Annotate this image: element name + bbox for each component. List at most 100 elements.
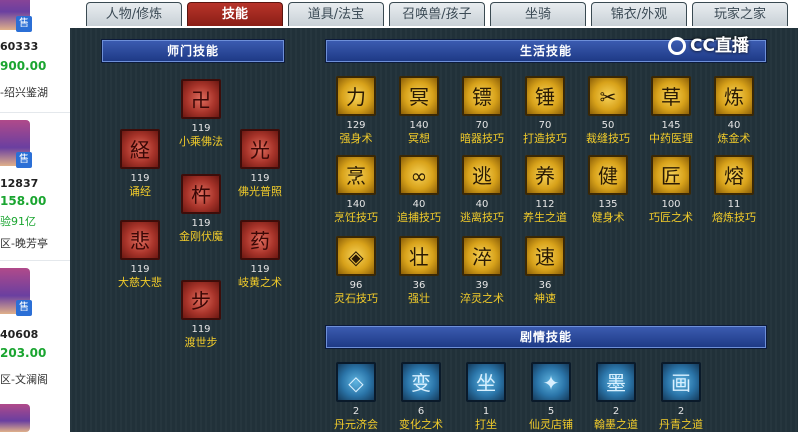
tab-bar: 人物/修炼 技能 道具/法宝 召唤兽/孩子 坐骑 锦衣/外观 玩家之家 <box>70 0 798 28</box>
skill-qiaojiangzhishu[interactable]: 匠 100 巧匠之术 <box>641 155 701 225</box>
skill-name: 淬灵之术 <box>460 292 504 305</box>
skill-level: 2 <box>352 406 360 417</box>
skill-dacidabei[interactable]: 悲 119 大慈大悲 <box>110 220 170 290</box>
skill-name: 佛光普照 <box>238 185 282 198</box>
skill-name: 逃离技巧 <box>460 211 504 224</box>
skill-mingxiang[interactable]: 冥 140 冥想 <box>389 76 449 146</box>
seller-card[interactable]: 售 60333 900.00 -绍兴鉴湖 <box>0 0 70 104</box>
skill-name: 追捕技巧 <box>397 211 441 224</box>
vajra-icon: 杵 <box>181 174 221 214</box>
skill-name: 打坐 <box>475 418 497 431</box>
skill-level: 70 <box>475 120 489 131</box>
seller-server[interactable]: -绍兴鉴湖 <box>0 84 48 100</box>
skill-taolijiqiao[interactable]: 逃 40 逃离技巧 <box>452 155 512 225</box>
dart-icon: 镖 <box>462 76 502 116</box>
speed-icon: 速 <box>525 236 565 276</box>
skill-foguangpuzhao[interactable]: 光 119 佛光普照 <box>230 129 290 199</box>
skill-level: 2 <box>677 406 685 417</box>
skill-name: 翰墨之道 <box>594 418 638 431</box>
tab-pets[interactable]: 召唤兽/孩子 <box>389 2 485 26</box>
transform-icon: 变 <box>401 362 441 402</box>
scripture-icon: 経 <box>120 129 160 169</box>
skill-name: 金刚伏魔 <box>179 230 223 243</box>
skill-lingshijiqiao[interactable]: ◈ 96 灵石技巧 <box>326 236 386 306</box>
fitness-icon: 健 <box>588 155 628 195</box>
skill-level: 70 <box>538 120 552 131</box>
dan-icon: ◇ <box>336 362 376 402</box>
skills-panel: 师门技能 卍 119 小乘佛法 経 119 诵经 光 119 佛光普照 杵 11… <box>70 28 798 432</box>
skill-level: 40 <box>412 199 426 210</box>
swastika-icon: 卍 <box>181 79 221 119</box>
tab-mounts[interactable]: 坐骑 <box>490 2 586 26</box>
skill-qiangshenshu[interactable]: 力 129 强身术 <box>326 76 386 146</box>
skill-name: 巧匠之术 <box>649 211 693 224</box>
skill-dazaojiqiao[interactable]: 锤 70 打造技巧 <box>515 76 575 146</box>
skill-name: 变化之术 <box>399 418 443 431</box>
skill-hanmozhidao[interactable]: 墨 2 翰墨之道 <box>586 362 646 432</box>
herb-icon: 草 <box>651 76 691 116</box>
skill-level: 39 <box>475 280 489 291</box>
skill-jingangfumo[interactable]: 杵 119 金刚伏魔 <box>171 174 231 244</box>
tab-skills[interactable]: 技能 <box>187 2 283 26</box>
tab-home[interactable]: 玩家之家 <box>692 2 788 26</box>
skill-xianlingdianpu[interactable]: ✦ 5 仙灵店铺 <box>521 362 581 432</box>
skill-name: 烹饪技巧 <box>334 211 378 224</box>
skill-level: 36 <box>538 280 552 291</box>
tab-outfits[interactable]: 锦衣/外观 <box>591 2 687 26</box>
pursuit-icon: ∞ <box>399 155 439 195</box>
skill-name: 炼金术 <box>717 132 751 145</box>
skill-dushibu[interactable]: 步 119 渡世步 <box>171 280 231 350</box>
skill-lianjinshu[interactable]: 炼 40 炼金术 <box>704 76 764 146</box>
skill-shensu[interactable]: 速 36 神速 <box>515 236 575 306</box>
health-icon: 养 <box>525 155 565 195</box>
skill-name: 健身术 <box>591 211 625 224</box>
seller-sidebar: 售 60333 900.00 -绍兴鉴湖 售 12837 158.00 验91亿… <box>0 0 71 432</box>
skill-name: 打造技巧 <box>523 132 567 145</box>
skill-qihuangzhishu[interactable]: 药 119 岐黄之术 <box>230 220 290 290</box>
skill-level: 1 <box>482 406 490 417</box>
skill-ronglianjiqiao[interactable]: 熔 11 熔炼技巧 <box>704 155 764 225</box>
seller-card[interactable]: 售 40608 203.00 区-文澜阁 <box>0 268 70 388</box>
avatar[interactable] <box>0 404 30 432</box>
skill-anqijiqiao[interactable]: 镖 70 暗器技巧 <box>452 76 512 146</box>
buddha-light-icon: 光 <box>240 129 280 169</box>
skill-name: 岐黄之术 <box>238 276 282 289</box>
skill-danqingzhidao[interactable]: 画 2 丹青之道 <box>651 362 711 432</box>
skill-level: 140 <box>346 199 366 210</box>
skill-name: 强壮 <box>408 292 430 305</box>
craftsman-icon: 匠 <box>651 155 691 195</box>
skill-xiaoshengfofa[interactable]: 卍 119 小乘佛法 <box>171 79 231 149</box>
skill-level: 5 <box>547 406 555 417</box>
skill-bianhuazhishu[interactable]: 变 6 变化之术 <box>391 362 451 432</box>
skill-name: 灵石技巧 <box>334 292 378 305</box>
skill-danyuanjihui[interactable]: ◇ 2 丹元济会 <box>326 362 386 432</box>
skill-level: 119 <box>130 173 150 184</box>
seller-price: 900.00 <box>0 59 47 73</box>
tab-items[interactable]: 道具/法宝 <box>288 2 384 26</box>
seller-server[interactable]: 区-晚芳亭 <box>0 235 48 251</box>
school-skills-header: 师门技能 <box>102 40 284 62</box>
tab-character[interactable]: 人物/修炼 <box>86 2 182 26</box>
skill-zhongyaoyili[interactable]: 草 145 中药医理 <box>641 76 701 146</box>
seller-price: 158.00 <box>0 194 47 208</box>
skill-jianshenshu[interactable]: 健 135 健身术 <box>578 155 638 225</box>
skill-name: 仙灵店铺 <box>529 418 573 431</box>
alchemy-icon: 炼 <box>714 76 754 116</box>
seller-card[interactable]: 售 12837 158.00 验91亿 区-晚芳亭 <box>0 120 70 250</box>
skill-zhuibujiqiao[interactable]: ∞ 40 追捕技巧 <box>389 155 449 225</box>
skill-dazuo[interactable]: 坐 1 打坐 <box>456 362 516 432</box>
seller-server[interactable]: 区-文澜阁 <box>0 371 48 387</box>
skill-songjing[interactable]: 経 119 诵经 <box>110 129 170 199</box>
skill-cuilingzhishu[interactable]: 淬 39 淬灵之术 <box>452 236 512 306</box>
seller-id: 40608 <box>0 328 39 341</box>
skill-level: 100 <box>661 199 681 210</box>
skill-level: 119 <box>250 173 270 184</box>
ink-icon: 墨 <box>596 362 636 402</box>
skill-name: 丹元济会 <box>334 418 378 431</box>
skill-qiangzhuang[interactable]: 壮 36 强壮 <box>389 236 449 306</box>
seller-price: 203.00 <box>0 346 47 360</box>
skill-pengrenjiqiao[interactable]: 烹 140 烹饪技巧 <box>326 155 386 225</box>
skill-caifengjiqiao[interactable]: ✂ 50 裁缝技巧 <box>578 76 638 146</box>
skill-yangshengzhidao[interactable]: 养 112 养生之道 <box>515 155 575 225</box>
skill-name: 大慈大悲 <box>118 276 162 289</box>
